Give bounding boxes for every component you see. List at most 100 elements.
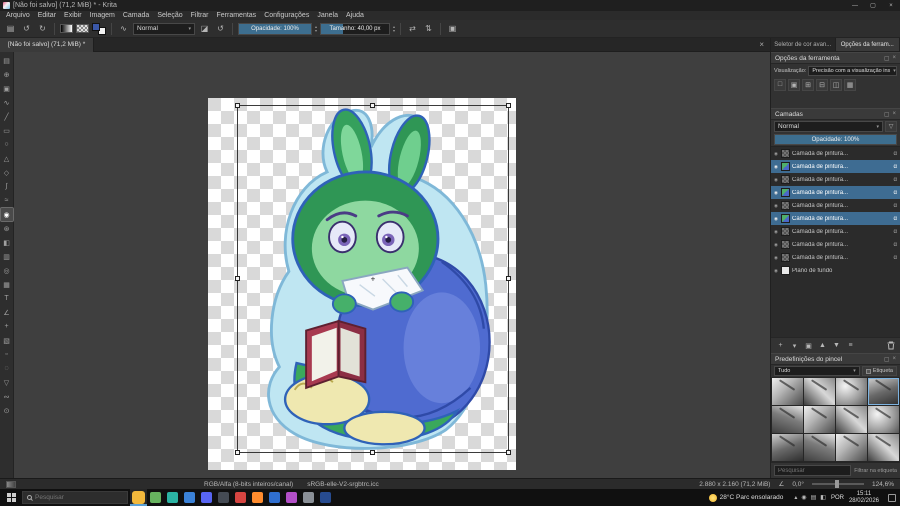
document-close-icon[interactable]: × — [759, 40, 764, 49]
eraser-mode-icon[interactable]: ◪ — [198, 22, 211, 35]
tool-text[interactable]: T — [1, 292, 13, 305]
tag-button[interactable]: Etiqueta — [861, 366, 897, 376]
taskbar-app-icon[interactable] — [164, 489, 181, 506]
tool-gradient[interactable]: ▥ — [1, 250, 13, 263]
tool-color-sampler[interactable]: ◎ — [1, 264, 13, 277]
notification-center-icon[interactable] — [888, 493, 896, 502]
visualization-dropdown[interactable]: Precisão com a visualização ins ▾ — [808, 65, 897, 76]
close-docker-icon[interactable]: × — [892, 111, 896, 118]
rotation-icon[interactable]: ∠ — [778, 480, 784, 488]
layer-row[interactable]: ◉ Camada de pintura... α — [771, 225, 900, 238]
tool-shape-select[interactable]: ▤ — [1, 54, 13, 67]
visibility-eye-icon[interactable]: ◉ — [773, 164, 779, 170]
taskbar-app-icon[interactable] — [232, 489, 249, 506]
docker-tab[interactable]: Opções da ferram... — [835, 38, 900, 51]
taskbar-search-input[interactable] — [35, 494, 123, 501]
menu-arquivo[interactable]: Arquivo — [2, 12, 34, 19]
menu-filtrar[interactable]: Filtrar — [187, 12, 213, 19]
transform-handle[interactable] — [235, 276, 240, 281]
zoom-slider[interactable] — [811, 480, 864, 488]
tool-bezier[interactable]: ∫ — [1, 180, 13, 193]
layer-row[interactable]: ◉ Plano de fundo — [771, 264, 900, 277]
layer-properties-button[interactable]: ≡ — [844, 340, 857, 352]
maximize-button[interactable]: ▢ — [864, 0, 882, 11]
layer-opacity-slider[interactable]: Opacidade: 100% — [774, 134, 897, 145]
visibility-eye-icon[interactable]: ◉ — [773, 177, 779, 183]
alpha-channel-icon[interactable]: α — [894, 190, 898, 196]
menu-editar[interactable]: Editar — [34, 12, 60, 19]
alpha-channel-icon[interactable]: α — [894, 203, 898, 209]
brush-preset-tile[interactable] — [868, 406, 899, 433]
canvas-area[interactable]: + — [14, 52, 770, 478]
close-docker-icon[interactable]: × — [892, 55, 896, 62]
tray-icon[interactable]: ◧ — [820, 494, 826, 501]
float-docker-icon[interactable]: ▢ — [884, 111, 890, 118]
brush-preset-tile[interactable] — [836, 434, 867, 461]
menu-exibir[interactable]: Exibir — [60, 12, 86, 19]
tray-icon[interactable]: ◉ — [801, 494, 806, 501]
move-layer-down-button[interactable]: ▼ — [830, 340, 843, 352]
taskbar-app-icon[interactable] — [300, 489, 317, 506]
taskbar-search-box[interactable] — [22, 491, 128, 504]
layer-row[interactable]: ◉ Camada de pintura... α — [771, 173, 900, 186]
tool-rect-select[interactable]: ▫ — [1, 348, 13, 361]
add-layer-button[interactable]: + — [774, 340, 787, 352]
brush-preset-tile[interactable] — [772, 378, 803, 405]
menu-configuracoes[interactable]: Configurações — [260, 12, 313, 19]
opacity-spinner[interactable]: ▴ ▾ — [315, 24, 317, 33]
transform-handle[interactable] — [370, 103, 375, 108]
brush-preset-tile[interactable] — [836, 378, 867, 405]
taskbar-app-icon[interactable] — [147, 489, 164, 506]
brush-preset-chooser-icon[interactable]: ∿ — [117, 22, 130, 35]
alpha-channel-icon[interactable]: α — [894, 229, 898, 235]
foreground-background-colors[interactable] — [92, 22, 106, 35]
tool-freehand-path[interactable]: ≈ — [1, 194, 13, 207]
opacity-slider[interactable]: Opacidade: 100% — [238, 22, 312, 35]
visibility-eye-icon[interactable]: ◉ — [773, 216, 779, 222]
visibility-eye-icon[interactable]: ◉ — [773, 242, 779, 248]
layer-row[interactable]: ◉ Camada de pintura... α — [771, 186, 900, 199]
reload-preset-icon[interactable]: ↺ — [214, 22, 227, 35]
layer-row[interactable]: ◉ Camada de pintura... α — [771, 238, 900, 251]
visibility-eye-icon[interactable]: ◉ — [773, 268, 779, 274]
redo-icon[interactable]: ↻ — [36, 22, 49, 35]
transform-handle[interactable] — [506, 276, 511, 281]
tray-icon[interactable]: ▤ — [811, 494, 817, 501]
choose-workspace-icon[interactable]: ▤ — [4, 22, 17, 35]
tool-fill[interactable]: ◧ — [1, 236, 13, 249]
menu-camada[interactable]: Camada — [119, 12, 153, 19]
duplicate-layer-button[interactable]: ▣ — [802, 340, 815, 352]
delete-layer-button[interactable] — [884, 340, 897, 352]
layer-row[interactable]: ◉ Camada de pintura... α — [771, 199, 900, 212]
layer-blend-mode-dropdown[interactable]: Normal ▾ — [774, 121, 883, 132]
alpha-channel-icon[interactable]: α — [894, 216, 898, 222]
document-tab[interactable]: [Não foi salvo] (71,2 MiB) * — [0, 37, 95, 52]
taskbar-app-icon[interactable] — [130, 489, 147, 506]
alpha-channel-icon[interactable]: α — [894, 177, 898, 183]
brush-preset-tile[interactable] — [772, 434, 803, 461]
transform-handle[interactable] — [235, 450, 240, 455]
visibility-eye-icon[interactable]: ◉ — [773, 229, 779, 235]
tool-line[interactable]: ╱ — [1, 110, 13, 123]
tool-polygon-select[interactable]: ▽ — [1, 376, 13, 389]
taskbar-app-icon[interactable] — [266, 489, 283, 506]
tool-rectangle[interactable]: ▭ — [1, 124, 13, 137]
visibility-eye-icon[interactable]: ◉ — [773, 190, 779, 196]
float-docker-icon[interactable]: ▢ — [884, 55, 890, 62]
alpha-channel-icon[interactable]: α — [894, 255, 898, 261]
tool-freehand-select[interactable]: ∾ — [1, 390, 13, 403]
tool-assistants[interactable]: + — [1, 320, 13, 333]
tool-freehand-brush[interactable]: ∿ — [1, 96, 13, 109]
tool-multibrush[interactable]: ⊛ — [1, 222, 13, 235]
move-layer-up-button[interactable]: ▲ — [816, 340, 829, 352]
tool-move[interactable]: ⊕ — [1, 68, 13, 81]
layer-filter-icon[interactable]: ▽ — [885, 121, 897, 132]
docker-tab[interactable]: Seletor de cor avan... — [771, 38, 836, 51]
alpha-channel-icon[interactable]: α — [894, 242, 898, 248]
tool-ellipse-select[interactable]: ◌ — [1, 362, 13, 375]
mirror-vertical-icon[interactable]: ⇅ — [422, 22, 435, 35]
option-button[interactable]: ▣ — [788, 78, 800, 91]
brush-preset-tile[interactable] — [804, 378, 835, 405]
crop-view-icon[interactable]: ▣ — [446, 22, 459, 35]
brush-tag-dropdown[interactable]: Tudo ▾ — [774, 366, 860, 376]
